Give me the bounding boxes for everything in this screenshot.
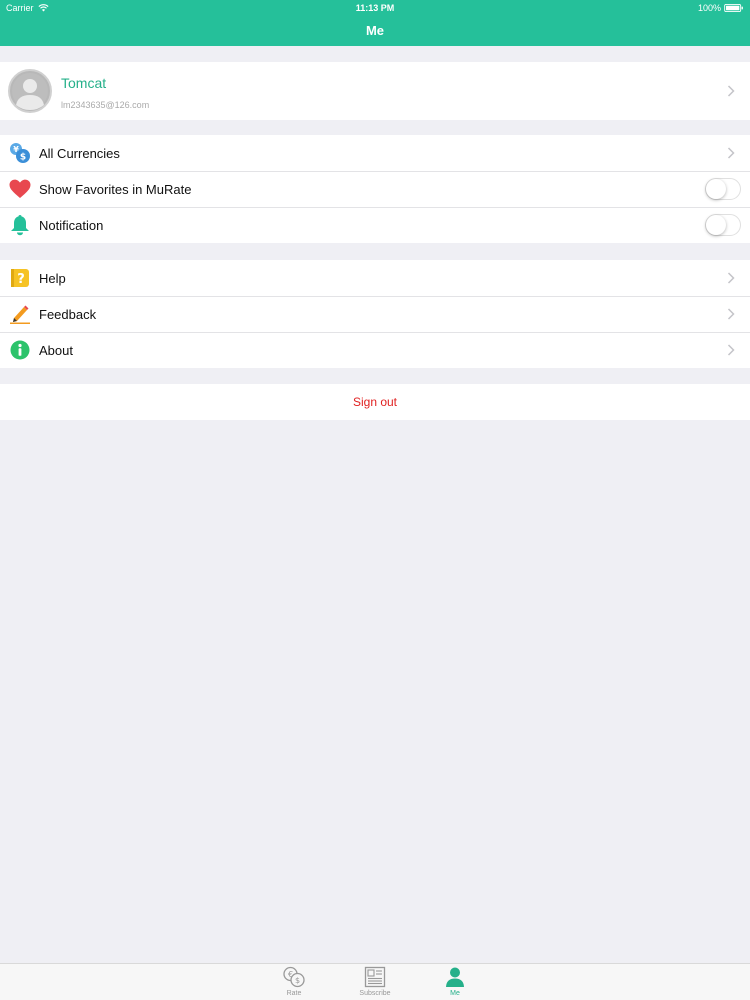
battery-icon: [724, 4, 743, 12]
notification-toggle[interactable]: [705, 214, 741, 236]
help-row[interactable]: ? Help: [0, 260, 750, 296]
svg-text:?: ?: [17, 272, 25, 287]
profile-name: Tomcat: [61, 75, 107, 91]
toggle-knob: [706, 215, 726, 235]
info-icon: [9, 339, 31, 361]
profile-row[interactable]: Tomcat lm2343635@126.com: [0, 62, 750, 120]
chevron-right-icon: [727, 85, 735, 97]
info-group: ? Help Feedback About: [0, 260, 750, 368]
settings-group: ¥ $ All Currencies Show Favorites in MuR…: [0, 135, 750, 243]
bell-icon: [9, 214, 31, 236]
show-favorites-row: Show Favorites in MuRate: [0, 171, 750, 207]
battery-percent: 100%: [697, 3, 721, 13]
row-label: All Currencies: [39, 145, 120, 161]
tab-label: Subscribe: [359, 990, 391, 997]
chevron-right-icon: [727, 308, 735, 320]
chevron-right-icon: [727, 272, 735, 284]
help-icon: ?: [9, 267, 31, 289]
svg-text:$: $: [295, 976, 300, 985]
tab-rate[interactable]: € $ Rate: [269, 966, 319, 998]
profile-email: lm2343635@126.com: [61, 100, 150, 110]
sign-out-button[interactable]: Sign out: [0, 384, 750, 420]
row-label: Show Favorites in MuRate: [39, 181, 192, 197]
show-favorites-toggle[interactable]: [705, 178, 741, 200]
row-label: Feedback: [39, 306, 97, 322]
row-label: Notification: [39, 217, 104, 233]
currency-exchange-icon: ¥ $: [9, 142, 31, 164]
about-row[interactable]: About: [0, 332, 750, 368]
status-time: 11:13 PM: [355, 3, 395, 13]
heart-icon: [9, 178, 31, 200]
profile-group: Tomcat lm2343635@126.com: [0, 62, 750, 120]
feedback-row[interactable]: Feedback: [0, 296, 750, 332]
row-label: Help: [39, 270, 66, 286]
tab-label: Rate: [286, 990, 302, 997]
notification-row: Notification: [0, 207, 750, 243]
all-currencies-row[interactable]: ¥ $ All Currencies: [0, 135, 750, 171]
tab-me[interactable]: Me: [430, 966, 480, 998]
toggle-knob: [706, 179, 726, 199]
row-label: About: [39, 342, 73, 358]
chevron-right-icon: [727, 147, 735, 159]
svg-text:$: $: [20, 153, 26, 163]
tab-label: Me: [450, 990, 460, 997]
page-title: Me: [365, 23, 385, 38]
person-icon: [446, 967, 464, 987]
pencil-icon: [9, 303, 31, 325]
newspaper-icon: [364, 966, 386, 988]
tab-subscribe[interactable]: Subscribe: [350, 966, 400, 998]
chevron-right-icon: [727, 344, 735, 356]
status-battery: 100%: [698, 2, 744, 14]
user-avatar-icon: [8, 69, 52, 113]
tab-bar: € $ Rate Subscribe Me: [0, 963, 750, 1000]
currency-rate-icon: € $: [283, 966, 305, 988]
top-bar: Carrier 11:13 PM 100% Me: [0, 0, 750, 46]
